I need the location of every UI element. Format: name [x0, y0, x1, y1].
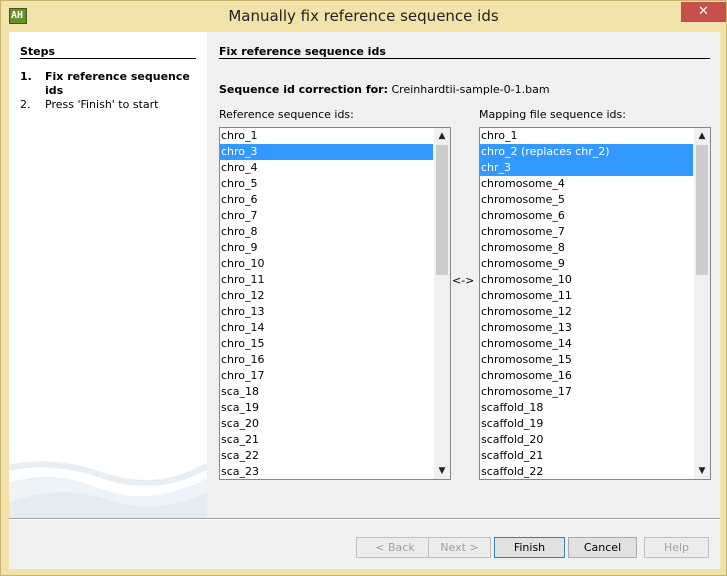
mapping-id-item[interactable]: chromosome_7 [480, 224, 693, 240]
dialog-window: AH Manually fix reference sequence ids ✕… [0, 0, 727, 576]
cancel-button[interactable]: Cancel [568, 537, 637, 558]
mapping-id-item[interactable]: chromosome_10 [480, 272, 693, 288]
reference-id-item[interactable]: chro_6 [220, 192, 433, 208]
mapping-id-item[interactable]: chromosome_5 [480, 192, 693, 208]
wave-decoration-icon [9, 461, 207, 518]
scroll-thumb[interactable] [436, 145, 448, 275]
sequence-file-name: Creinhardtii-sample-0-1.bam [391, 83, 550, 96]
reference-ids-list[interactable]: chro_1 chro_3 chro_4 chro_5 chro_6 chro_7 chro… [219, 127, 451, 480]
reference-id-item[interactable]: chro_14 [220, 320, 433, 336]
reference-id-item[interactable]: sca_18 [220, 384, 433, 400]
mapping-id-item[interactable]: chromosome_14 [480, 336, 693, 352]
mapping-id-item[interactable]: chro_1 [480, 128, 693, 144]
mapping-id-item[interactable]: chromosome_8 [480, 240, 693, 256]
dialog-client-area: Steps 1. Fix reference sequence ids 2. P… [9, 32, 720, 569]
close-button[interactable]: ✕ [681, 2, 726, 22]
mapping-id-item[interactable]: chromosome_6 [480, 208, 693, 224]
reference-id-item[interactable]: chro_8 [220, 224, 433, 240]
page-title: Fix reference sequence ids [219, 45, 386, 58]
scroll-up-icon[interactable]: ▲ [434, 128, 450, 144]
mapping-id-item[interactable]: chromosome_4 [480, 176, 693, 192]
mapping-id-item[interactable]: scaffold_22 [480, 464, 693, 479]
step-label: Press 'Finish' to start [45, 98, 159, 111]
scroll-up-icon[interactable]: ▲ [694, 128, 710, 144]
reference-ids-label: Reference sequence ids: [219, 108, 354, 121]
next-button[interactable]: Next > [428, 537, 491, 558]
reference-id-item[interactable]: chro_4 [220, 160, 433, 176]
reference-id-item[interactable]: chro_13 [220, 304, 433, 320]
reference-id-item[interactable]: sca_23 [220, 464, 433, 479]
title-bar[interactable]: AH Manually fix reference sequence ids ✕ [1, 1, 726, 31]
mapping-id-item[interactable]: chromosome_16 [480, 368, 693, 384]
reference-id-item[interactable]: sca_19 [220, 400, 433, 416]
reference-ids-items: chro_1 chro_3 chro_4 chro_5 chro_6 chro_7 chro… [220, 128, 433, 479]
mapping-id-item[interactable]: chromosome_12 [480, 304, 693, 320]
reference-id-item[interactable]: chro_9 [220, 240, 433, 256]
mapping-id-item[interactable]: chromosome_13 [480, 320, 693, 336]
window-title: Manually fix reference sequence ids [228, 7, 499, 25]
steps-pane: Steps 1. Fix reference sequence ids 2. P… [9, 32, 207, 518]
mapping-id-item[interactable]: scaffold_21 [480, 448, 693, 464]
reference-id-item[interactable]: chro_12 [220, 288, 433, 304]
reference-id-item[interactable]: sca_22 [220, 448, 433, 464]
reference-id-item[interactable]: chro_16 [220, 352, 433, 368]
title-divider [219, 58, 710, 59]
mapping-id-item[interactable]: chromosome_15 [480, 352, 693, 368]
mapping-list-scrollbar[interactable]: ▲ ▼ [694, 128, 710, 479]
reference-id-item[interactable]: chro_11 [220, 272, 433, 288]
reference-id-item[interactable]: sca_20 [220, 416, 433, 432]
steps-divider [20, 58, 196, 59]
mapping-id-item[interactable]: scaffold_19 [480, 416, 693, 432]
reference-id-item[interactable]: chro_15 [220, 336, 433, 352]
steps-title: Steps [20, 45, 56, 58]
footer-divider-highlight [9, 519, 720, 520]
mapping-id-item[interactable]: scaffold_20 [480, 432, 693, 448]
back-button[interactable]: < Back [356, 537, 434, 558]
reference-id-item[interactable]: chro_17 [220, 368, 433, 384]
scroll-thumb[interactable] [696, 145, 708, 275]
mapping-id-item[interactable]: scaffold_18 [480, 400, 693, 416]
help-button[interactable]: Help [644, 537, 709, 558]
mapping-id-item[interactable]: chr_3 [480, 160, 693, 176]
reference-id-item[interactable]: chro_5 [220, 176, 433, 192]
reference-id-item[interactable]: chro_1 [220, 128, 433, 144]
step-number: 1. [20, 70, 32, 83]
reference-id-item[interactable]: chro_3 [220, 144, 433, 160]
mapping-id-item[interactable]: chromosome_9 [480, 256, 693, 272]
reference-id-item[interactable]: sca_21 [220, 432, 433, 448]
scroll-down-icon[interactable]: ▼ [694, 463, 710, 479]
mapping-ids-label: Mapping file sequence ids: [479, 108, 626, 121]
step-label: Fix reference sequence ids [45, 70, 190, 97]
sequence-correction-caption: Sequence id correction for: [219, 83, 388, 96]
step-number: 2. [20, 98, 31, 111]
reference-id-item[interactable]: chro_7 [220, 208, 433, 224]
mapping-id-item[interactable]: chromosome_17 [480, 384, 693, 400]
mapping-ids-list[interactable]: chro_1 chro_2 (replaces chr_2) chr_3 chromo… [479, 127, 711, 480]
scroll-down-icon[interactable]: ▼ [434, 463, 450, 479]
mapping-id-item[interactable]: chromosome_11 [480, 288, 693, 304]
swap-label: <-> [452, 274, 475, 287]
sequence-correction-label: Sequence id correction for: Creinhardtii… [219, 83, 550, 96]
finish-button[interactable]: Finish [494, 537, 565, 558]
reference-list-scrollbar[interactable]: ▲ ▼ [434, 128, 450, 479]
mapping-id-item[interactable]: chro_2 (replaces chr_2) [480, 144, 693, 160]
mapping-ids-items: chro_1 chro_2 (replaces chr_2) chr_3 chromo… [480, 128, 693, 479]
reference-id-item[interactable]: chro_10 [220, 256, 433, 272]
